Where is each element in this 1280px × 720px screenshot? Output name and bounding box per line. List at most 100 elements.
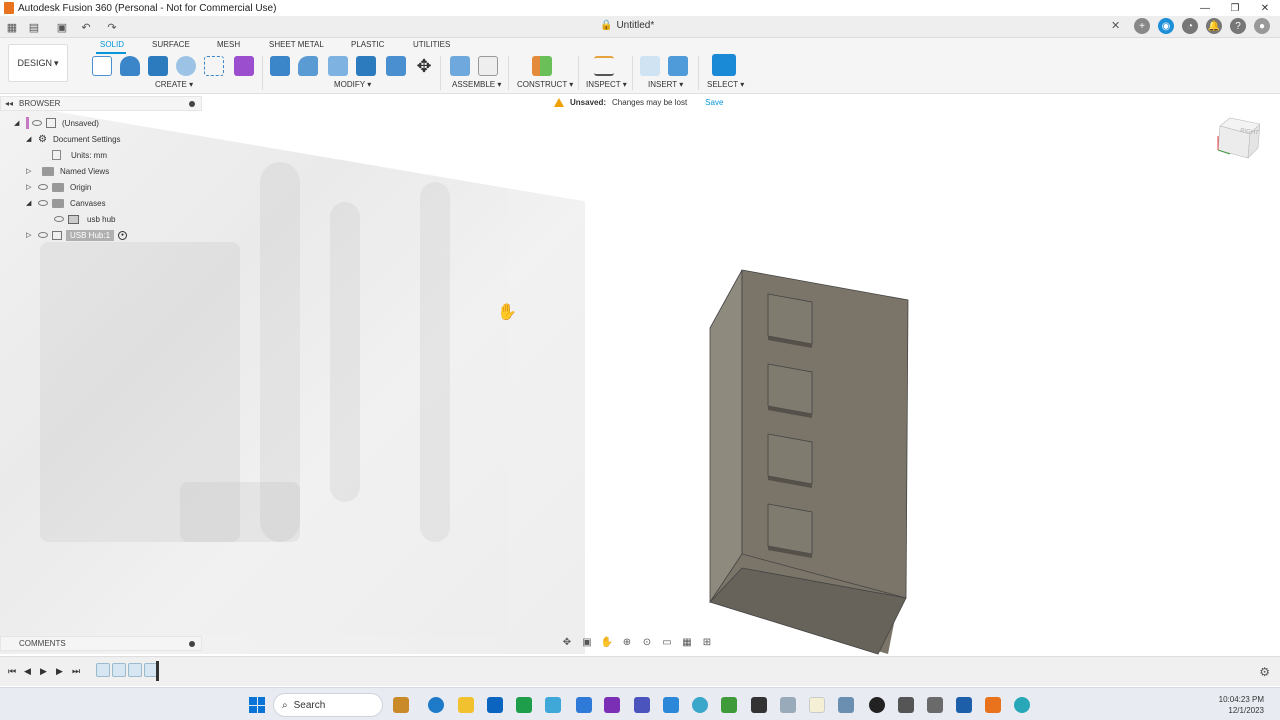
help-icon[interactable]: ? (1230, 18, 1246, 34)
taskbar-app-icon[interactable] (780, 697, 796, 713)
collapse-triangle-icon[interactable]: ◢ (14, 119, 22, 127)
avatar[interactable]: ● (1254, 18, 1270, 34)
eye-icon[interactable] (38, 200, 48, 206)
joint-icon[interactable] (478, 56, 498, 76)
close-window-button[interactable]: ✕ (1250, 0, 1280, 16)
browser-node-usb-hub-canvas[interactable]: usb hub (54, 212, 115, 226)
select-icon[interactable] (712, 54, 736, 76)
browser-header[interactable]: ◂◂ BROWSER (0, 96, 202, 111)
taskbar-search[interactable]: ⌕ Search (273, 693, 383, 717)
fit-icon[interactable]: ⊙ (640, 636, 654, 648)
select-group-label[interactable]: SELECT ▾ (707, 80, 744, 89)
eye-icon[interactable] (54, 216, 64, 222)
edge-dev-icon[interactable] (1014, 697, 1030, 713)
grid-icon[interactable]: ▦ (680, 636, 694, 648)
browser-node-named-views[interactable]: ▷ Named Views (26, 164, 109, 178)
go-to-start-icon[interactable]: ⏮ (8, 666, 16, 677)
collapse-icon[interactable]: ◂◂ (5, 99, 13, 108)
eye-icon[interactable] (38, 232, 48, 238)
terminal-icon[interactable] (751, 697, 767, 713)
extrude-icon[interactable] (148, 56, 168, 76)
modify-group-label[interactable]: MODIFY ▾ (334, 80, 371, 89)
taskbar-app-icon[interactable] (516, 697, 532, 713)
zoom-icon[interactable]: ⊕ (620, 636, 634, 648)
view-cube[interactable]: RIGHT (1216, 114, 1261, 160)
derive-icon[interactable] (234, 56, 254, 76)
viewports-icon[interactable]: ⊞ (700, 636, 714, 648)
taskbar-app-icon[interactable] (576, 697, 592, 713)
teams-icon[interactable] (634, 697, 650, 713)
step-forward-icon[interactable]: ▶ (56, 666, 63, 677)
expand-triangle-icon[interactable]: ▷ (26, 167, 34, 175)
insert-derive-icon[interactable] (640, 56, 660, 76)
insert-group-label[interactable]: INSERT ▾ (648, 80, 683, 89)
taskbar-app-icon[interactable] (692, 697, 708, 713)
display-settings-icon[interactable]: ▭ (660, 636, 674, 648)
fusion-taskbar-icon[interactable] (985, 697, 1001, 713)
save-link[interactable]: Save (705, 98, 723, 107)
browser-node-origin[interactable]: ▷ Origin (26, 180, 91, 194)
expand-triangle-icon[interactable]: ▷ (26, 231, 34, 239)
taskbar-app-icon[interactable] (927, 697, 943, 713)
outlook-icon[interactable] (487, 697, 503, 713)
taskbar-app-icon[interactable] (663, 697, 679, 713)
grid-menu-icon[interactable]: ▦ (4, 19, 20, 35)
job-status-icon[interactable]: ◔ (1182, 18, 1198, 34)
redo-icon[interactable]: ↷ (104, 19, 120, 35)
data-panel-icon[interactable]: ◉ (1158, 18, 1174, 34)
eye-icon[interactable] (38, 184, 48, 190)
collapse-triangle-icon[interactable]: ◢ (26, 199, 34, 207)
document-tab[interactable]: 🔒 Untitled* (600, 20, 654, 31)
file-icon[interactable]: ▤ (26, 19, 42, 35)
orbit-icon[interactable]: ✥ (560, 636, 574, 648)
undo-icon[interactable]: ↶ (78, 19, 94, 35)
close-tab-icon[interactable]: ✕ (1111, 19, 1120, 32)
taskbar-app-icon[interactable] (898, 697, 914, 713)
add-comment-icon[interactable] (189, 641, 195, 647)
new-tab-icon[interactable]: + (1134, 18, 1150, 34)
taskbar-app-icon[interactable] (393, 697, 409, 713)
timeline-feature[interactable] (112, 663, 126, 677)
system-clock[interactable]: 10:04:23 PM 12/1/2023 (1219, 694, 1264, 716)
browser-node-canvases[interactable]: ◢ Canvases (26, 196, 106, 210)
save-icon[interactable]: ▣ (54, 19, 70, 35)
workspace-switcher[interactable]: DESIGN ▾ (8, 44, 68, 82)
maximize-button[interactable]: ❐ (1220, 0, 1250, 16)
pan-icon[interactable]: ✋ (600, 636, 614, 648)
taskbar-app-icon[interactable] (956, 697, 972, 713)
notepad-icon[interactable] (809, 697, 825, 713)
timeline-marker[interactable] (156, 661, 159, 681)
tab-plastic[interactable]: PLASTIC (351, 40, 384, 49)
notifications-icon[interactable]: 🔔 (1206, 18, 1222, 34)
step-back-icon[interactable]: ◀ (24, 666, 31, 677)
timeline-feature[interactable] (96, 663, 110, 677)
construct-group-label[interactable]: CONSTRUCT ▾ (517, 80, 573, 89)
pin-icon[interactable] (189, 101, 195, 107)
combine-icon[interactable] (356, 56, 376, 76)
expand-triangle-icon[interactable]: ▷ (26, 183, 34, 191)
activate-component-icon[interactable]: ● (118, 230, 128, 240)
tab-mesh[interactable]: MESH (217, 40, 240, 49)
play-icon[interactable]: ▶ (40, 666, 47, 677)
collapse-triangle-icon[interactable]: ◢ (26, 135, 34, 143)
browser-node-units[interactable]: Units: mm (52, 148, 107, 162)
taskbar-app-icon[interactable] (838, 697, 854, 713)
taskbar-app-icon[interactable] (721, 697, 737, 713)
hole-icon[interactable] (176, 56, 196, 76)
fillet-icon[interactable] (298, 56, 318, 76)
file-explorer-icon[interactable] (458, 697, 474, 713)
minimize-button[interactable]: — (1190, 0, 1220, 16)
eye-icon[interactable] (32, 120, 42, 126)
insert-canvas-icon[interactable] (668, 56, 688, 76)
taskbar-app-icon[interactable] (869, 697, 885, 713)
pattern-icon[interactable] (204, 56, 224, 76)
tab-sheet-metal[interactable]: SHEET METAL (269, 40, 324, 49)
timeline-settings-gear-icon[interactable]: ⚙ (1259, 665, 1270, 679)
split-body-icon[interactable] (386, 56, 406, 76)
create-group-label[interactable]: CREATE ▾ (155, 80, 193, 89)
browser-node-document-settings[interactable]: ◢ ⚙ Document Settings (26, 132, 121, 146)
onenote-icon[interactable] (604, 697, 620, 713)
tab-solid[interactable]: SOLID (100, 40, 124, 49)
shell-icon[interactable] (328, 56, 348, 76)
inspect-group-label[interactable]: INSPECT ▾ (586, 80, 627, 89)
